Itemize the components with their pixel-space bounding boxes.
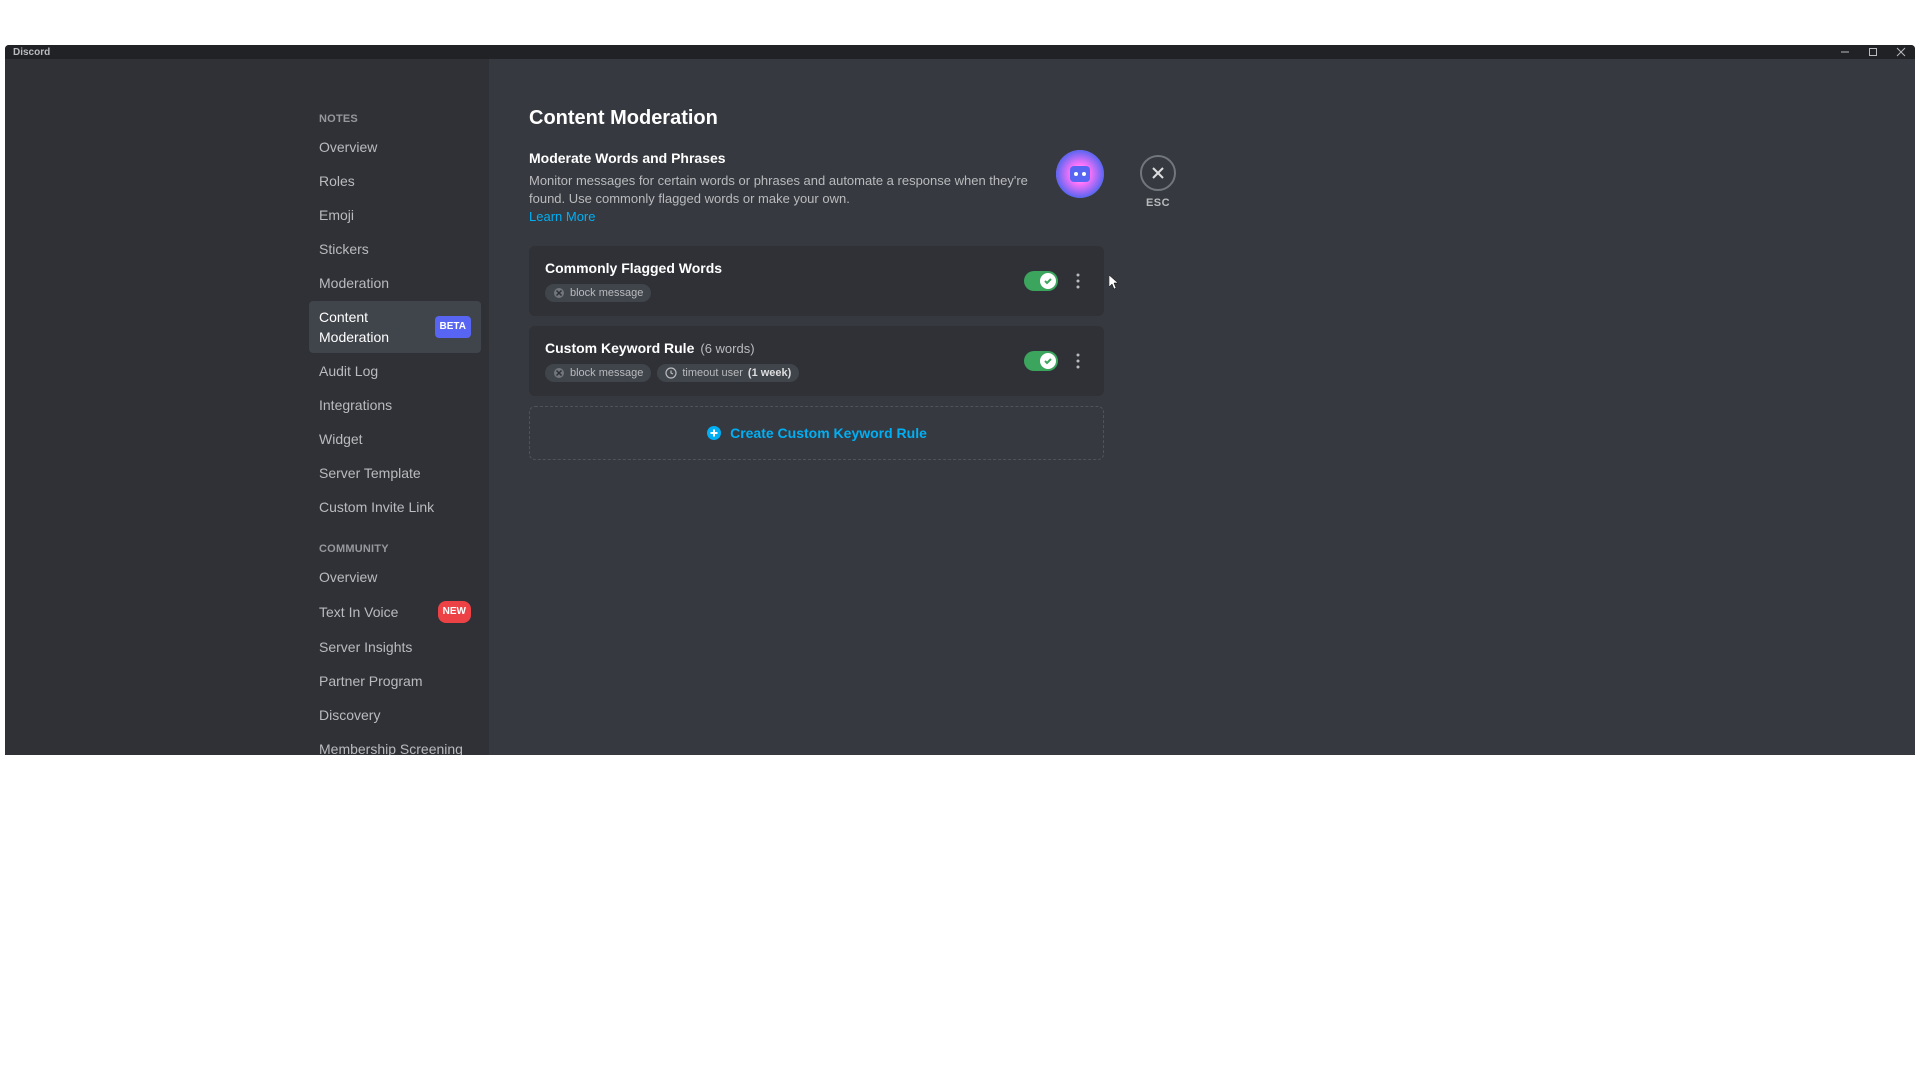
clock-icon	[665, 367, 677, 379]
sidebar-item-label: Content Moderation	[319, 307, 429, 347]
discord-window: Discord NOTES Overview Roles Emoji Stick…	[5, 45, 1915, 755]
sidebar-item-widget[interactable]: Widget	[309, 423, 481, 455]
rule-title: Custom Keyword Rule	[545, 340, 694, 356]
sidebar-item-label: Moderation	[319, 273, 471, 293]
maximize-button[interactable]	[1859, 45, 1887, 59]
close-window-button[interactable]	[1887, 45, 1915, 59]
plus-circle-icon	[706, 425, 722, 441]
sidebar-item-stickers[interactable]: Stickers	[309, 233, 481, 265]
sidebar-section-community: COMMUNITY	[309, 537, 481, 561]
sidebar-item-label: Partner Program	[319, 671, 471, 691]
more-vertical-icon	[1076, 273, 1080, 289]
sidebar-item-label: Overview	[319, 567, 471, 587]
rule-more-button[interactable]	[1068, 349, 1088, 373]
rule-toggle[interactable]	[1024, 351, 1058, 371]
action-tag-label: block message	[570, 287, 643, 299]
sidebar-item-label: Membership Screening	[319, 739, 471, 755]
check-icon	[1043, 356, 1053, 366]
sidebar-item-label: Custom Invite Link	[319, 497, 471, 517]
close-settings-button[interactable]: ESC	[1140, 155, 1176, 209]
sidebar-item-community-overview[interactable]: Overview	[309, 561, 481, 593]
action-tag-duration: (1 week)	[748, 367, 791, 379]
rule-word-count: (6 words)	[700, 341, 754, 356]
mouse-cursor-icon	[1109, 275, 1121, 296]
action-tag-label: timeout user	[682, 367, 743, 379]
learn-more-link[interactable]: Learn More	[529, 209, 595, 224]
action-tag-label: block message	[570, 367, 643, 379]
page-title: Content Moderation	[529, 107, 1104, 130]
sidebar-item-text-in-voice[interactable]: Text In Voice NEW	[309, 595, 481, 629]
rule-toggle[interactable]	[1024, 271, 1058, 291]
sidebar-item-partner-program[interactable]: Partner Program	[309, 665, 481, 697]
sidebar-item-label: Text In Voice	[319, 602, 432, 622]
sidebar-item-emoji[interactable]: Emoji	[309, 199, 481, 231]
action-tag-block-message: block message	[545, 284, 651, 302]
sidebar-item-label: Server Insights	[319, 637, 471, 657]
block-icon	[553, 287, 565, 299]
section-subtitle: Moderate Words and Phrases	[529, 150, 1036, 166]
sidebar-item-server-insights[interactable]: Server Insights	[309, 631, 481, 663]
action-tag-timeout-user: timeout user (1 week)	[657, 364, 799, 382]
sidebar-item-custom-invite-link[interactable]: Custom Invite Link	[309, 491, 481, 523]
block-icon	[553, 367, 565, 379]
sidebar-item-content-moderation[interactable]: Content Moderation BETA	[309, 301, 481, 353]
rule-card-custom-keyword[interactable]: Custom Keyword Rule (6 words) block mess…	[529, 326, 1104, 396]
sidebar-item-discovery[interactable]: Discovery	[309, 699, 481, 731]
sidebar-item-label: Roles	[319, 171, 471, 191]
sidebar-item-moderation[interactable]: Moderation	[309, 267, 481, 299]
rule-card-commonly-flagged[interactable]: Commonly Flagged Words block message	[529, 246, 1104, 316]
sidebar-item-label: Widget	[319, 429, 471, 449]
rule-title: Commonly Flagged Words	[545, 260, 722, 276]
check-icon	[1043, 276, 1053, 286]
sidebar-item-label: Discovery	[319, 705, 471, 725]
automod-avatar-icon	[1056, 150, 1104, 198]
close-icon	[1150, 165, 1166, 181]
sidebar-item-audit-log[interactable]: Audit Log	[309, 355, 481, 387]
sidebar-item-label: Server Template	[319, 463, 471, 483]
sidebar-item-label: Stickers	[319, 239, 471, 259]
content-region: Content Moderation Moderate Words and Ph…	[489, 59, 1915, 755]
action-tag-block-message: block message	[545, 364, 651, 382]
new-badge: NEW	[438, 601, 471, 623]
sidebar-item-label: Emoji	[319, 205, 471, 225]
beta-badge: BETA	[435, 316, 471, 338]
sidebar-item-integrations[interactable]: Integrations	[309, 389, 481, 421]
create-rule-label: Create Custom Keyword Rule	[730, 425, 927, 441]
app-name: Discord	[13, 47, 50, 58]
sidebar-item-label: Integrations	[319, 395, 471, 415]
titlebar: Discord	[5, 45, 1915, 59]
sidebar-item-label: Audit Log	[319, 361, 471, 381]
esc-label: ESC	[1146, 197, 1170, 209]
sidebar-item-roles[interactable]: Roles	[309, 165, 481, 197]
minimize-button[interactable]	[1831, 45, 1859, 59]
sidebar-item-server-template[interactable]: Server Template	[309, 457, 481, 489]
create-custom-keyword-rule-button[interactable]: Create Custom Keyword Rule	[529, 406, 1104, 460]
sidebar-item-label: Overview	[319, 137, 471, 157]
more-vertical-icon	[1076, 353, 1080, 369]
sidebar-section-notes: NOTES	[309, 107, 481, 131]
sidebar-item-membership-screening[interactable]: Membership Screening	[309, 733, 481, 755]
section-description: Monitor messages for certain words or ph…	[529, 172, 1036, 226]
sidebar-item-overview[interactable]: Overview	[309, 131, 481, 163]
rule-more-button[interactable]	[1068, 269, 1088, 293]
settings-sidebar: NOTES Overview Roles Emoji Stickers Mode…	[5, 59, 489, 755]
